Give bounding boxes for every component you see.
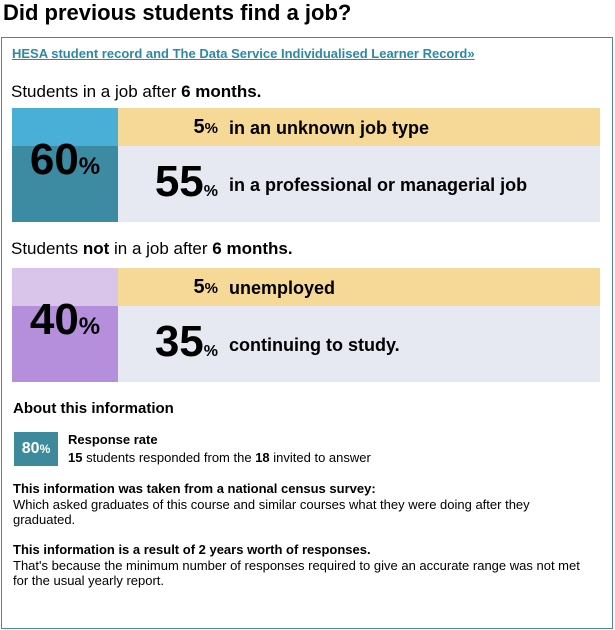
row-value-pct: % (204, 120, 218, 137)
response-rate-end: invited to answer (269, 450, 371, 465)
response-rate-title: Response rate (68, 432, 158, 447)
employed-total-pct: % (78, 153, 101, 180)
response-rate-text: 15 students responded from the 18 invite… (68, 450, 371, 465)
not-employed-heading-mid: in a job after (109, 239, 213, 258)
not-employed-total: 40% (12, 295, 118, 345)
response-rate-pct: % (39, 442, 51, 456)
employed-row-label: in an unknown job type (229, 118, 429, 138)
row-value-number: 5 (193, 116, 205, 138)
employed-heading-duration: 6 months. (181, 82, 262, 101)
row-value-number: 55 (154, 157, 204, 206)
row-value-number: 5 (193, 276, 205, 298)
not-employed-row-study: 35% continuing to study. (118, 306, 600, 382)
invited-count: 18 (255, 450, 270, 465)
response-rate-mid: students responded from the (82, 450, 256, 465)
response-rate-badge: 80% (14, 432, 58, 466)
employed-row-professional: 55% in a professional or managerial job (118, 146, 600, 222)
employed-row-label: in a professional or managerial job (229, 175, 528, 195)
not-employed-heading: Students not in a job after 6 months. (11, 239, 293, 259)
response-rate-value: 80 (21, 440, 40, 457)
employed-total-value: 60 (29, 135, 79, 184)
years-info-text: That's because the minimum number of res… (13, 558, 580, 588)
row-value-number: 35 (154, 317, 204, 366)
about-title: About this information (13, 400, 174, 417)
not-employed-heading-duration: 6 months. (212, 239, 293, 258)
source-link[interactable]: HESA student record and The Data Service… (12, 46, 475, 62)
employed-block: 60% 5% in an unknown job type 55% in a p… (12, 108, 600, 222)
row-value-pct: % (203, 343, 218, 360)
not-employed-block: 40% 5% unemployed 35% continuing to stud… (12, 268, 600, 382)
not-employed-row-unemployed: 5% unemployed (118, 268, 600, 306)
not-employed-total-pct: % (78, 313, 101, 340)
not-employed-row-label: unemployed (229, 278, 336, 298)
responded-count: 15 (68, 450, 83, 465)
not-employed-heading-text: Students (11, 239, 83, 258)
page-title: Did previous students find a job? (3, 0, 352, 25)
census-info-text: Which asked graduates of this course and… (13, 497, 530, 527)
employed-row-value: 5% (182, 116, 218, 139)
employed-heading: Students in a job after 6 months. (11, 82, 261, 102)
employed-row-unknown: 5% in an unknown job type (118, 108, 600, 146)
not-employed-row-label: continuing to study. (229, 335, 400, 355)
not-employed-total-value: 40 (29, 295, 79, 344)
years-info-title: This information is a result of 2 years … (13, 542, 371, 557)
employed-total: 60% (12, 135, 118, 185)
employed-row-value: 55% (134, 157, 218, 207)
not-employed-row-value: 35% (134, 317, 218, 367)
not-employed-heading-not: not (82, 239, 110, 258)
row-value-pct: % (204, 280, 218, 297)
row-value-pct: % (203, 183, 218, 200)
employed-heading-text: Students in a job after (11, 82, 182, 101)
census-info-title: This information was taken from a nation… (13, 481, 376, 496)
not-employed-row-value: 5% (182, 276, 218, 299)
